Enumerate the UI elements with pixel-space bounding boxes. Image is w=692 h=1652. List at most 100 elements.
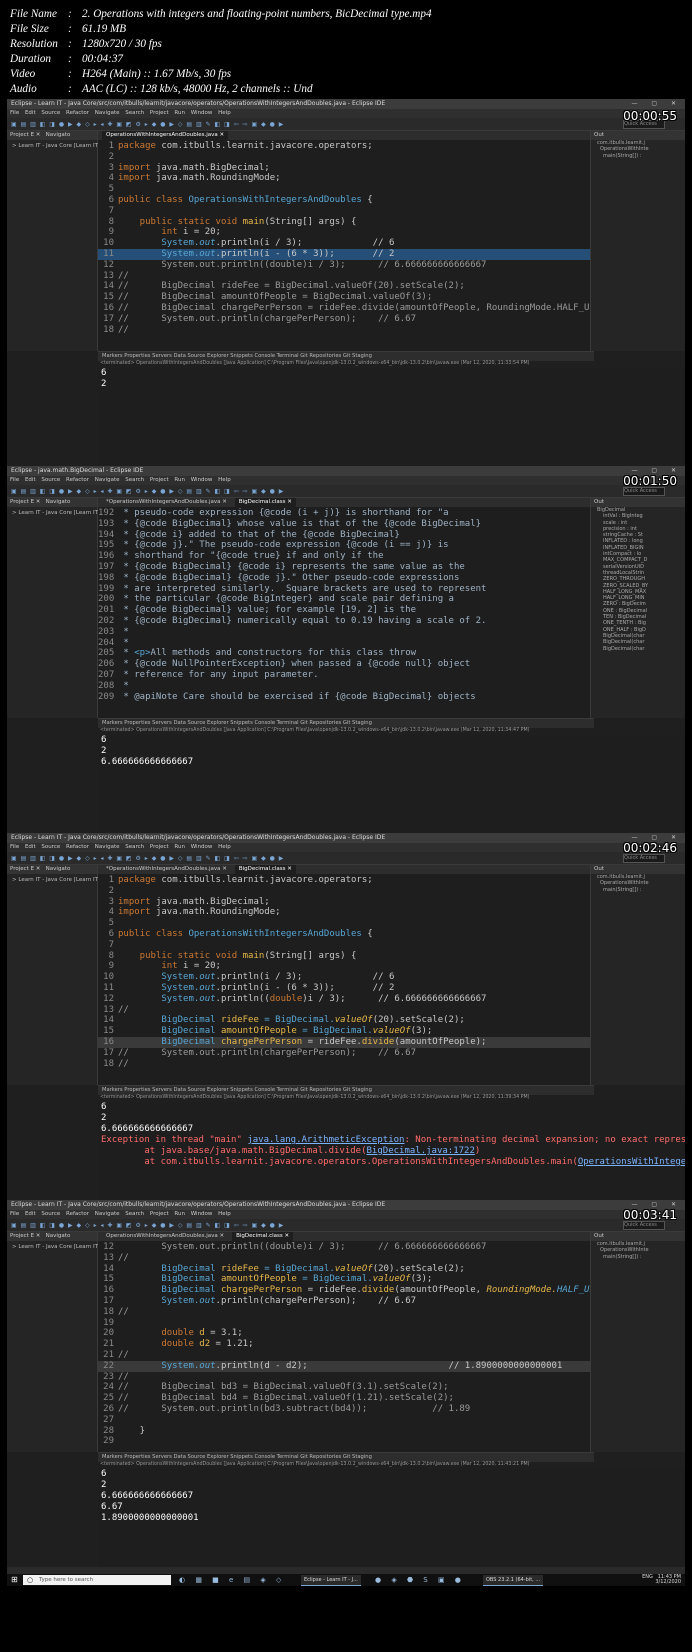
code-line[interactable]: 2 [98, 152, 590, 163]
code-line[interactable]: 21 double d2 = 1.21; [98, 1339, 590, 1350]
code-line[interactable]: 24// BigDecimal bd3 = BigDecimal.valueOf… [98, 1382, 590, 1393]
toolbar-icons[interactable]: ▣ ▤ ▥ ◧ ◨ ● ▶ ◆ ◇ ▸ ◂ ✚ ▣ ◩ ⚙ ▸ ◆ ● ▶ ◇ … [11, 855, 571, 862]
code-line[interactable]: 13// [98, 271, 590, 282]
code-editor[interactable]: *OperationsWithIntegersAndDoubles.java ✕… [98, 498, 590, 718]
code-line[interactable]: 7 [98, 206, 590, 217]
code-line[interactable]: 5 [98, 918, 590, 929]
windows-start-icon[interactable]: ⊞ [11, 1576, 18, 1584]
code-line[interactable]: 16 BigDecimal chargePerPerson = rideFee.… [98, 1285, 590, 1296]
outline-item[interactable]: main(String[]) : [591, 153, 685, 159]
code-line[interactable]: 19 [98, 1318, 590, 1329]
code-line[interactable]: 205 * <p>All methods and constructors fo… [98, 648, 590, 659]
tab-navigator[interactable]: Navigato [46, 499, 71, 505]
menu-bar[interactable]: File Edit Source Refactor Navigate Searc… [7, 843, 685, 852]
code-line[interactable]: 13// [98, 1253, 590, 1264]
outline-item[interactable]: main(String[]) : [591, 887, 685, 893]
outline-list[interactable]: com.itbulls.learnit.j OperationsWithInte m… [591, 874, 685, 893]
code-line[interactable]: 207 * reference for any input parameter. [98, 670, 590, 681]
code-line[interactable]: 8 public static void main(String[] args)… [98, 951, 590, 962]
code-line[interactable]: 17// System.out.println(chargePerPerson)… [98, 1048, 590, 1059]
console-output[interactable]: 6 2 6.666666666666667 Exception in thread "… [98, 1102, 685, 1200]
code-line[interactable]: 201 * {@code BigDecimal} value; for exam… [98, 605, 590, 616]
tab-project-explorer[interactable]: Project E [10, 1233, 34, 1239]
code-editor[interactable]: OperationsWithIntegersAndDoubles.java ✕ B… [98, 1232, 590, 1452]
code-line[interactable]: 204 * [98, 638, 590, 649]
stacktrace-link[interactable]: java.lang.ArithmeticException [247, 1135, 404, 1145]
code-line[interactable]: 17// System.out.println(chargePerPerson)… [98, 314, 590, 325]
code-line[interactable]: 28 } [98, 1426, 590, 1437]
code-line[interactable]: 14 BigDecimal rideFee = BigDecimal.value… [98, 1264, 590, 1275]
code-line[interactable]: 4 import java.math.RoundingMode; [98, 907, 590, 918]
code-line[interactable]: 208 * [98, 681, 590, 692]
outline-list[interactable]: com.itbulls.learnit.j OperationsWithInte m… [591, 140, 685, 159]
code-line[interactable]: 16 BigDecimal chargePerPerson = rideFee.… [98, 1036, 590, 1048]
menu-bar[interactable]: File Edit Source Refactor Navigate Searc… [7, 109, 685, 118]
editor-tab[interactable]: *OperationsWithIntegersAndDoubles.java ✕ [102, 865, 231, 874]
code-line[interactable]: 206 * {@code NullPointerException} when … [98, 659, 590, 670]
toolbar-icons[interactable]: ▣ ▤ ▥ ◧ ◨ ● ▶ ◆ ◇ ▸ ◂ ✚ ▣ ◩ ⚙ ▸ ◆ ● ▶ ◇ … [11, 488, 571, 495]
code-line[interactable]: 8 public static void main(String[] args)… [98, 217, 590, 228]
editor-tab[interactable]: OperationsWithIntegersAndDoubles.java ✕ [102, 1232, 228, 1241]
project-explorer-tabs[interactable]: Project E ✕ Navigato [7, 131, 97, 140]
code-line[interactable]: 199 * are interpreted similarly. Square … [98, 584, 590, 595]
code-line[interactable]: 14 BigDecimal rideFee = BigDecimal.value… [98, 1015, 590, 1026]
taskbar-obs-button[interactable]: OBS 23.2.1 (64-bit, ... [483, 1575, 544, 1586]
project-explorer-tabs[interactable]: Project E ✕ Navigato [7, 1232, 97, 1241]
code-lines[interactable]: 192 * pseudo-code expression {@code (i +… [98, 507, 590, 702]
console-output[interactable]: 6 2 6.666666666666667 6.67 1.890000000000000… [98, 1469, 685, 1567]
code-line[interactable]: 12 System.out.println((double)i / 3); //… [98, 1242, 590, 1253]
code-line[interactable]: 192 * pseudo-code expression {@code (i +… [98, 508, 590, 519]
code-line[interactable]: 18// [98, 325, 590, 336]
stacktrace-link[interactable]: OperationsWithIntegers [578, 1157, 685, 1167]
code-lines[interactable]: 12 System.out.println((double)i / 3); //… [98, 1241, 590, 1447]
editor-tab[interactable]: BigDecimal.class ✕ [234, 498, 296, 507]
outline-item[interactable]: main(String[]) : [591, 1254, 685, 1260]
project-explorer-tabs[interactable]: Project E ✕ Navigato [7, 865, 97, 874]
menu-bar[interactable]: File Edit Source Refactor Navigate Searc… [7, 476, 685, 485]
code-line[interactable]: 23// [98, 1372, 590, 1383]
code-line[interactable]: 15 BigDecimal amountOfPeople = BigDecima… [98, 1026, 590, 1037]
outline-list[interactable]: BigDecimal intVal : BigInteg scale : int pr… [591, 507, 685, 652]
taskbar-eclipse-button[interactable]: Eclipse - Learn IT - J... [301, 1575, 361, 1586]
code-line[interactable]: 22 System.out.println(d - d2); // 1.8900… [98, 1360, 590, 1372]
code-line[interactable]: 6 public class OperationsWithIntegersAndD… [98, 929, 590, 940]
code-editor[interactable]: OperationsWithIntegersAndDoubles.java ✕ … [98, 131, 590, 351]
code-line[interactable]: 12 System.out.println((double)i / 3); //… [98, 260, 590, 271]
code-line[interactable]: 6 public class OperationsWithIntegersAndD… [98, 195, 590, 206]
code-line[interactable]: 15// BigDecimal amountOfPeople = BigDeci… [98, 292, 590, 303]
code-line[interactable]: 4 import java.math.RoundingMode; [98, 173, 590, 184]
code-line[interactable]: 7 [98, 940, 590, 951]
outline-list[interactable]: com.itbulls.learnit.j OperationsWithInte m… [591, 1241, 685, 1260]
code-line[interactable]: 18// [98, 1307, 590, 1318]
editor-tab[interactable]: BigDecimal.class ✕ [234, 865, 296, 874]
code-line[interactable]: 15 BigDecimal amountOfPeople = BigDecima… [98, 1274, 590, 1285]
tab-project-explorer[interactable]: Project E [10, 866, 34, 872]
code-line[interactable]: 197 * {@code BigDecimal} {@code i} repre… [98, 562, 590, 573]
code-line[interactable]: 193 * {@code BigDecimal} whose value is … [98, 519, 590, 530]
project-explorer-tabs[interactable]: Project E ✕ Navigato [7, 498, 97, 507]
console-output[interactable]: 62 [98, 368, 685, 466]
code-line[interactable]: 26// System.out.println(bd3.subtract(bd4… [98, 1404, 590, 1415]
menu-bar[interactable]: File Edit Source Refactor Navigate Searc… [7, 1210, 685, 1219]
code-line[interactable]: 203 * [98, 627, 590, 638]
code-line[interactable]: 13// [98, 1005, 590, 1016]
tab-project-explorer[interactable]: Project E [10, 499, 34, 505]
tab-project-explorer[interactable]: Project E [10, 132, 34, 138]
project-tree-item[interactable]: > Learn IT - Java Core [Learn IT [7, 140, 98, 152]
code-line[interactable]: 12 System.out.println((double)i / 3); //… [98, 994, 590, 1005]
code-line[interactable]: 1 package com.itbulls.learnit.javacore.op… [98, 141, 590, 152]
code-line[interactable]: 194 * {@code i} added to that of the {@c… [98, 530, 590, 541]
outline-tab[interactable]: Out [591, 1232, 685, 1241]
code-line[interactable]: 16// BigDecimal chargePerPerson = rideFe… [98, 303, 590, 314]
quick-access-input[interactable]: Quick Access [623, 487, 665, 496]
code-line[interactable]: 1 package com.itbulls.learnit.javacore.op… [98, 875, 590, 886]
code-line[interactable]: 9 int i = 20; [98, 961, 590, 972]
tab-navigator[interactable]: Navigato [46, 132, 71, 138]
editor-tab[interactable]: OperationsWithIntegersAndDoubles.java ✕ [102, 131, 229, 140]
code-line[interactable]: 29 [98, 1436, 590, 1447]
code-line[interactable]: 200 * the particular {@code BigInteger} … [98, 594, 590, 605]
project-tree-item[interactable]: > Learn IT - Java Core [Learn IT [7, 1241, 98, 1253]
code-line[interactable]: 18// [98, 1059, 590, 1070]
console-output[interactable]: 6 2 6.666666666666667 [98, 735, 685, 833]
code-line[interactable]: 3 import java.math.BigDecimal; [98, 897, 590, 908]
